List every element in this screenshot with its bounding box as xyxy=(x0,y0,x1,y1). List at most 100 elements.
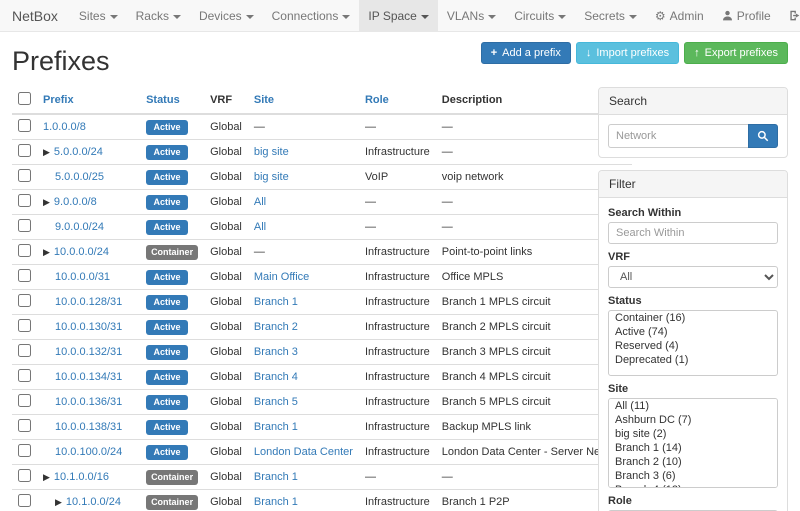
nav-item-connections[interactable]: Connections xyxy=(263,0,360,31)
logout-link[interactable]: Log out xyxy=(780,0,800,31)
prefix-cell: 10.0.0.0/31 xyxy=(37,265,140,290)
row-checkbox[interactable] xyxy=(18,144,31,157)
filter-option[interactable]: Active (74) xyxy=(609,325,777,339)
site-link[interactable]: Branch 3 xyxy=(254,346,298,358)
row-checkbox[interactable] xyxy=(18,194,31,207)
status-badge: Active xyxy=(146,170,188,185)
nav-item-racks[interactable]: Racks xyxy=(127,0,190,31)
row-checkbox[interactable] xyxy=(18,419,31,432)
prefix-link[interactable]: 10.1.0.0/16 xyxy=(54,471,109,483)
row-checkbox[interactable] xyxy=(18,494,31,507)
filter-option[interactable]: Branch 2 (10) xyxy=(609,455,777,469)
row-checkbox[interactable] xyxy=(18,369,31,382)
site-link[interactable]: All xyxy=(254,221,266,233)
site-link[interactable]: Main Office xyxy=(254,271,309,283)
row-checkbox[interactable] xyxy=(18,219,31,232)
site-link[interactable]: Branch 5 xyxy=(254,396,298,408)
column-header-prefix[interactable]: Prefix xyxy=(37,87,140,114)
search-input[interactable] xyxy=(608,124,748,148)
prefix-link[interactable]: 10.0.0.138/31 xyxy=(55,421,122,433)
row-checkbox[interactable] xyxy=(18,294,31,307)
prefix-link[interactable]: 10.0.0.0/24 xyxy=(54,246,109,258)
row-checkbox[interactable] xyxy=(18,344,31,357)
row-checkbox[interactable] xyxy=(18,469,31,482)
row-checkbox[interactable] xyxy=(18,269,31,282)
filter-option[interactable]: Branch 3 (6) xyxy=(609,469,777,483)
filter-option[interactable]: Branch 1 (14) xyxy=(609,441,777,455)
prefix-cell: ▶5.0.0.0/24 xyxy=(37,140,140,165)
search-button[interactable] xyxy=(748,124,778,148)
status-cell: Active xyxy=(140,415,204,440)
row-select-cell xyxy=(12,265,37,290)
row-checkbox[interactable] xyxy=(18,244,31,257)
add-prefix-button[interactable]: + Add a prefix xyxy=(481,42,571,64)
select-all-checkbox[interactable] xyxy=(18,92,31,105)
column-header-status[interactable]: Status xyxy=(140,87,204,114)
add-prefix-label: Add a prefix xyxy=(502,47,561,59)
filter-option[interactable]: Branch 4 (12) xyxy=(609,483,777,488)
prefix-link[interactable]: 9.0.0.0/8 xyxy=(54,196,97,208)
nav-item-ip-space[interactable]: IP Space xyxy=(359,0,437,31)
row-checkbox[interactable] xyxy=(18,444,31,457)
site-link[interactable]: Branch 1 xyxy=(254,496,298,508)
site-link[interactable]: London Data Center xyxy=(254,446,353,458)
site-link[interactable]: big site xyxy=(254,171,289,183)
prefix-link[interactable]: 10.0.0.130/31 xyxy=(55,321,122,333)
filter-option[interactable]: All (11) xyxy=(609,399,777,413)
prefix-link[interactable]: 10.1.0.0/24 xyxy=(66,496,121,508)
status-filter-select[interactable]: Container (16)Active (74)Reserved (4)Dep… xyxy=(608,310,778,376)
navbar-utility-menu: ⚙ Admin Profile Log out xyxy=(646,0,800,31)
prefix-link[interactable]: 10.0.0.136/31 xyxy=(55,396,122,408)
filter-option[interactable]: big site (2) xyxy=(609,427,777,441)
role-cell: Infrastructure xyxy=(359,240,436,265)
site-cell: All xyxy=(248,190,359,215)
site-link[interactable]: Branch 4 xyxy=(254,371,298,383)
site-filter-select[interactable]: All (11)Ashburn DC (7)big site (2)Branch… xyxy=(608,398,778,488)
prefix-link[interactable]: 10.0.0.128/31 xyxy=(55,296,122,308)
chevron-down-icon xyxy=(629,15,637,19)
vrf-select[interactable]: All xyxy=(608,266,778,288)
filter-option[interactable]: Ashburn DC (7) xyxy=(609,413,777,427)
row-checkbox[interactable] xyxy=(18,394,31,407)
expand-arrow-icon: ▶ xyxy=(55,497,62,507)
prefix-link[interactable]: 10.0.100.0/24 xyxy=(55,446,122,458)
site-link[interactable]: Branch 1 xyxy=(254,471,298,483)
prefix-link[interactable]: 10.0.0.132/31 xyxy=(55,346,122,358)
site-link[interactable]: Branch 1 xyxy=(254,296,298,308)
status-badge: Active xyxy=(146,220,188,235)
filter-option[interactable]: Container (16) xyxy=(609,311,777,325)
nav-item-sites[interactable]: Sites xyxy=(70,0,127,31)
vrf-cell: Global xyxy=(204,365,248,390)
nav-item-devices[interactable]: Devices xyxy=(190,0,263,31)
prefix-link[interactable]: 5.0.0.0/24 xyxy=(54,146,103,158)
prefix-link[interactable]: 9.0.0.0/24 xyxy=(55,221,104,233)
brand-link[interactable]: NetBox xyxy=(10,0,70,31)
column-header-site[interactable]: Site xyxy=(248,87,359,114)
site-link[interactable]: Branch 2 xyxy=(254,321,298,333)
nav-item-circuits[interactable]: Circuits xyxy=(505,0,575,31)
status-cell: Active xyxy=(140,290,204,315)
filter-option[interactable]: Reserved (4) xyxy=(609,339,777,353)
import-prefixes-button[interactable]: ↓ Import prefixes xyxy=(576,42,679,64)
export-prefixes-label: Export prefixes xyxy=(705,47,778,59)
prefix-link[interactable]: 1.0.0.0/8 xyxy=(43,121,86,133)
nav-item-vlans[interactable]: VLANs xyxy=(438,0,505,31)
filter-option[interactable]: Deprecated (1) xyxy=(609,353,777,367)
prefix-cell: 10.0.0.138/31 xyxy=(37,415,140,440)
site-link[interactable]: big site xyxy=(254,146,289,158)
prefix-link[interactable]: 10.0.0.134/31 xyxy=(55,371,122,383)
row-checkbox[interactable] xyxy=(18,169,31,182)
row-checkbox[interactable] xyxy=(18,319,31,332)
prefix-link[interactable]: 5.0.0.0/25 xyxy=(55,171,104,183)
row-checkbox[interactable] xyxy=(18,119,31,132)
status-cell: Active xyxy=(140,190,204,215)
prefix-link[interactable]: 10.0.0.0/31 xyxy=(55,271,110,283)
site-link[interactable]: Branch 1 xyxy=(254,421,298,433)
search-within-input[interactable] xyxy=(608,222,778,244)
profile-link[interactable]: Profile xyxy=(713,0,780,31)
export-prefixes-button[interactable]: ↑ Export prefixes xyxy=(684,42,788,64)
admin-link[interactable]: ⚙ Admin xyxy=(646,0,713,31)
nav-item-secrets[interactable]: Secrets xyxy=(575,0,646,31)
site-link[interactable]: All xyxy=(254,196,266,208)
column-header-role[interactable]: Role xyxy=(359,87,436,114)
